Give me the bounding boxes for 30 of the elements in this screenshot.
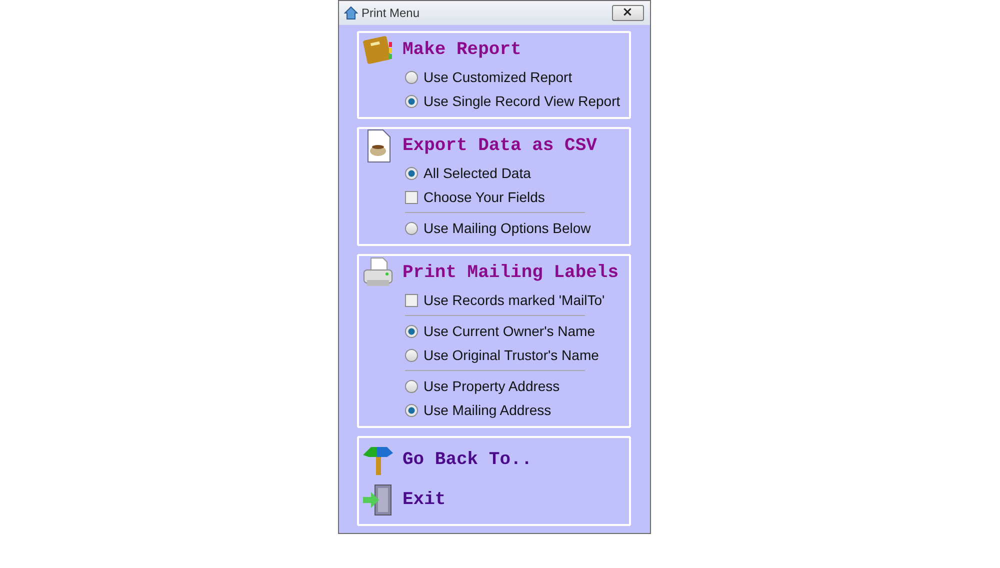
radio-button[interactable] <box>404 70 418 84</box>
radio-button[interactable] <box>404 380 418 392</box>
option-label: Choose Your Fields <box>424 189 545 205</box>
option-label: Use Property Address <box>424 378 560 394</box>
radio-button[interactable] <box>404 404 418 416</box>
checkbox[interactable] <box>404 294 418 306</box>
window-title: Print Menu <box>362 6 421 20</box>
book-icon <box>360 33 394 67</box>
radio-button[interactable] <box>404 348 418 362</box>
option-label: Use Mailing Options Below <box>424 220 591 236</box>
section-heading: Export Data as CSV <box>402 136 597 156</box>
close-button[interactable]: × <box>612 5 644 21</box>
radio-button[interactable] <box>404 222 418 234</box>
option-label: Use Customized Report <box>424 69 572 85</box>
checkbox[interactable] <box>404 190 418 204</box>
menu-action[interactable]: Go Back To.. <box>402 450 532 470</box>
option-label: All Selected Data <box>424 165 531 181</box>
option-label: Use Records marked 'MailTo' <box>424 292 605 308</box>
option-label: Use Current Owner's Name <box>424 323 595 339</box>
section-heading: Make Report <box>402 40 522 60</box>
option-label: Use Single Record View Report <box>424 93 620 109</box>
radio-button[interactable] <box>404 94 418 108</box>
option-label: Use Original Trustor's Name <box>424 347 599 363</box>
radio-button[interactable] <box>404 324 418 338</box>
option-label: Use Mailing Address <box>424 402 552 418</box>
exit-door-icon <box>360 483 394 517</box>
section-heading: Print Mailing Labels <box>402 263 619 283</box>
house-icon <box>344 6 358 20</box>
radio-button[interactable] <box>404 166 418 180</box>
menu-action[interactable]: Exit <box>402 490 446 510</box>
